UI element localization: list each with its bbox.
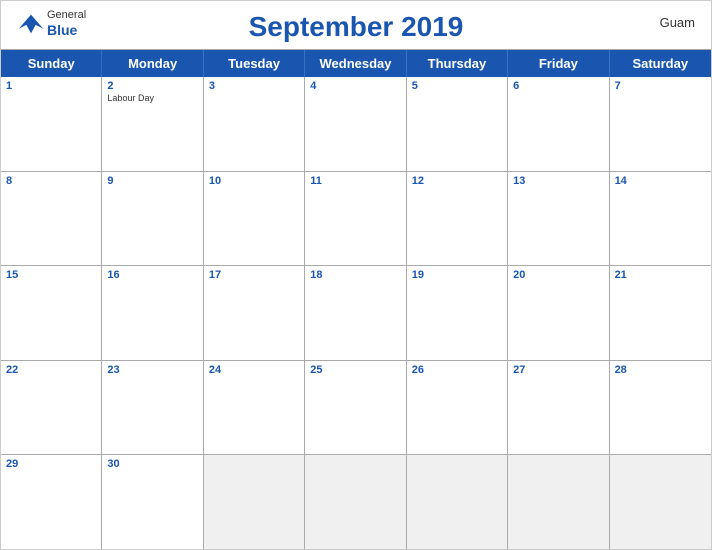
logo-area: General Blue — [17, 9, 86, 39]
day-number: 8 — [6, 175, 96, 187]
day-cell — [305, 455, 406, 549]
day-cell: 1 — [1, 77, 102, 171]
day-cell — [204, 455, 305, 549]
day-cell: 21 — [610, 266, 711, 360]
day-number: 4 — [310, 80, 400, 92]
weeks-container: 12Labour Day3456789101112131415161718192… — [1, 77, 711, 549]
day-cell: 11 — [305, 172, 406, 266]
day-header-thursday: Thursday — [407, 50, 508, 77]
day-number: 22 — [6, 364, 96, 376]
day-number: 16 — [107, 269, 197, 281]
calendar-grid: SundayMondayTuesdayWednesdayThursdayFrid… — [1, 49, 711, 549]
day-cell: 29 — [1, 455, 102, 549]
day-header-saturday: Saturday — [610, 50, 711, 77]
day-cell — [407, 455, 508, 549]
day-number: 1 — [6, 80, 96, 92]
day-cell: 19 — [407, 266, 508, 360]
day-header-tuesday: Tuesday — [204, 50, 305, 77]
day-header-monday: Monday — [102, 50, 203, 77]
day-number: 28 — [615, 364, 706, 376]
day-cell: 3 — [204, 77, 305, 171]
day-number: 18 — [310, 269, 400, 281]
day-cell: 8 — [1, 172, 102, 266]
day-number: 25 — [310, 364, 400, 376]
calendar-container: General Blue September 2019 Guam SundayM… — [0, 0, 712, 550]
day-cell: 23 — [102, 361, 203, 455]
day-number: 27 — [513, 364, 603, 376]
day-cell: 13 — [508, 172, 609, 266]
day-number: 29 — [6, 458, 96, 470]
day-number: 5 — [412, 80, 502, 92]
day-cell: 9 — [102, 172, 203, 266]
day-cell — [610, 455, 711, 549]
day-cell: 20 — [508, 266, 609, 360]
week-row-1: 12Labour Day34567 — [1, 77, 711, 172]
day-number: 24 — [209, 364, 299, 376]
week-row-2: 89 10 11 12 13 14 — [1, 172, 711, 267]
day-number: 9 — [107, 175, 197, 187]
day-number: 13 — [513, 175, 603, 187]
logo-bird-icon — [17, 10, 45, 38]
day-number: 23 — [107, 364, 197, 376]
day-number: 26 — [412, 364, 502, 376]
day-cell: 27 — [508, 361, 609, 455]
day-number: 11 — [310, 175, 400, 187]
region-label: Guam — [660, 15, 695, 30]
calendar-header: General Blue September 2019 Guam — [1, 1, 711, 49]
day-cell: 10 — [204, 172, 305, 266]
day-cell: 25 — [305, 361, 406, 455]
day-headers-row: SundayMondayTuesdayWednesdayThursdayFrid… — [1, 50, 711, 77]
calendar-title: September 2019 — [249, 11, 464, 43]
logo-blue-text: Blue — [47, 22, 86, 39]
day-header-friday: Friday — [508, 50, 609, 77]
day-number: 14 — [615, 175, 706, 187]
day-cell: 24 — [204, 361, 305, 455]
day-number: 2 — [107, 80, 197, 92]
day-number: 3 — [209, 80, 299, 92]
day-cell: 5 — [407, 77, 508, 171]
logo-general-text: General — [47, 9, 86, 22]
day-cell: 16 — [102, 266, 203, 360]
week-row-5: 29 30 — [1, 455, 711, 549]
day-number: 19 — [412, 269, 502, 281]
day-number: 20 — [513, 269, 603, 281]
logo-texts: General Blue — [47, 9, 86, 39]
day-cell: 18 — [305, 266, 406, 360]
day-number: 21 — [615, 269, 706, 281]
week-row-3: 15 16 17 18 19 20 21 — [1, 266, 711, 361]
week-row-4: 22 23 24 25 26 27 28 — [1, 361, 711, 456]
day-number: 12 — [412, 175, 502, 187]
day-cell: 4 — [305, 77, 406, 171]
day-cell: 26 — [407, 361, 508, 455]
day-cell: 17 — [204, 266, 305, 360]
day-cell: 12 — [407, 172, 508, 266]
day-cell: 28 — [610, 361, 711, 455]
day-number: 7 — [615, 80, 706, 92]
day-number: 17 — [209, 269, 299, 281]
logo-wrapper: General Blue — [17, 9, 86, 39]
day-cell — [508, 455, 609, 549]
day-header-sunday: Sunday — [1, 50, 102, 77]
holiday-label: Labour Day — [107, 93, 197, 104]
day-cell: 2Labour Day — [102, 77, 203, 171]
day-cell: 14 — [610, 172, 711, 266]
day-number: 10 — [209, 175, 299, 187]
day-cell: 7 — [610, 77, 711, 171]
day-cell: 6 — [508, 77, 609, 171]
day-cell: 22 — [1, 361, 102, 455]
day-cell: 30 — [102, 455, 203, 549]
day-header-wednesday: Wednesday — [305, 50, 406, 77]
day-number: 15 — [6, 269, 96, 281]
day-cell: 15 — [1, 266, 102, 360]
day-number: 6 — [513, 80, 603, 92]
day-number: 30 — [107, 458, 197, 470]
